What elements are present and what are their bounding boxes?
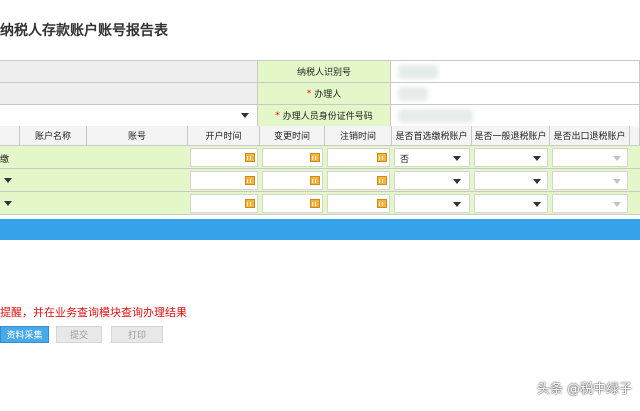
chevron-down-icon <box>453 156 461 161</box>
col-header-export-refund-account: 是否出口退税账户 <box>550 126 630 146</box>
calendar-icon[interactable] <box>245 153 255 162</box>
chevron-down-icon <box>453 179 461 184</box>
required-mark: * <box>306 88 312 99</box>
calendar-icon[interactable] <box>310 153 320 162</box>
handler-id-label-text: 办理人员身份证件号码 <box>282 112 373 122</box>
chevron-down-icon <box>533 156 541 161</box>
col-header-account-name: 账户名称 <box>20 126 87 146</box>
change-date-input[interactable] <box>262 171 323 190</box>
handler-label: * 办理人 <box>258 83 391 105</box>
handler-id-label: * 办理人员身份证件号码 <box>258 105 391 127</box>
redacted-taxpayer-id <box>398 65 438 79</box>
row-first-col-fragment: 缴 <box>0 155 10 165</box>
preferred-account-select[interactable]: 否 <box>394 148 470 167</box>
print-button[interactable]: 打印 <box>111 326 163 343</box>
close-date-input[interactable] <box>327 148 390 167</box>
calendar-icon[interactable] <box>377 153 387 162</box>
export-refund-account-select[interactable] <box>552 171 628 190</box>
open-date-input[interactable] <box>190 171 258 190</box>
close-date-input[interactable] <box>327 194 390 213</box>
chevron-down-icon <box>613 156 621 161</box>
refund-account-select[interactable] <box>474 171 548 190</box>
handler-select[interactable] <box>0 105 258 127</box>
chevron-down-icon <box>241 113 249 118</box>
calendar-icon[interactable] <box>377 199 387 208</box>
chevron-down-icon <box>533 179 541 184</box>
chevron-down-icon <box>533 202 541 207</box>
col-header-open-date: 开户时间 <box>188 126 260 146</box>
redacted-handler-id <box>398 109 473 123</box>
col-header-change-date: 变更时间 <box>260 126 325 146</box>
calendar-icon[interactable] <box>310 199 320 208</box>
info-row2-left <box>0 83 258 105</box>
preferred-account-select[interactable] <box>394 194 470 213</box>
info-row1-left <box>0 61 258 83</box>
collect-button[interactable]: 资料采集 <box>0 326 49 343</box>
chevron-down-icon <box>453 202 461 207</box>
taxpayer-id-label-text: 纳税人识别号 <box>296 68 351 78</box>
col-header-first <box>0 126 20 146</box>
preferred-account-select[interactable] <box>394 171 470 190</box>
redacted-handler <box>398 87 428 101</box>
export-refund-account-select[interactable] <box>552 194 628 213</box>
calendar-icon[interactable] <box>245 199 255 208</box>
page-title: 纳税人存款账户账号报告表 <box>0 23 168 39</box>
table-footer-bar <box>0 219 640 240</box>
info-section: 纳税人识别号 * 办理人 * 办理人员身份证件号码 <box>0 60 640 127</box>
account-table: 账户名称 账号 开户时间 变更时间 注销时间 是否首选缴税账户 是否一般退税账户… <box>0 126 640 218</box>
export-refund-account-select[interactable] <box>552 148 628 167</box>
calendar-icon[interactable] <box>245 176 255 185</box>
col-header-close-date: 注销时间 <box>325 126 392 146</box>
required-mark: * <box>275 110 280 121</box>
refund-account-select[interactable] <box>474 148 548 167</box>
col-header-preferred-account: 是否首选缴税账户 <box>392 126 472 146</box>
chevron-down-icon <box>613 202 621 207</box>
taxpayer-id-label: 纳税人识别号 <box>258 61 391 83</box>
calendar-icon[interactable] <box>310 176 320 185</box>
refund-account-select[interactable] <box>474 194 548 213</box>
submit-button[interactable]: 提交 <box>56 326 102 343</box>
change-date-input[interactable] <box>262 148 323 167</box>
handler-input[interactable] <box>391 83 640 105</box>
chevron-down-icon[interactable] <box>4 201 12 206</box>
notice-text: 提醒，并在业务查询模块查询办理结果 <box>0 306 187 319</box>
close-date-input[interactable] <box>327 171 390 190</box>
open-date-input[interactable] <box>190 194 258 213</box>
change-date-input[interactable] <box>262 194 323 213</box>
col-header-refund-account: 是否一般退税账户 <box>472 126 550 146</box>
watermark: 头条 @税中绿子 <box>536 382 632 397</box>
col-header-account-number: 账号 <box>87 126 188 146</box>
chevron-down-icon <box>613 179 621 184</box>
handler-label-text: 办理人 <box>314 90 342 100</box>
col-header-extra <box>630 126 640 146</box>
open-date-input[interactable] <box>190 148 258 167</box>
preferred-account-value: 否 <box>400 155 410 165</box>
chevron-down-icon[interactable] <box>4 178 12 183</box>
calendar-icon[interactable] <box>377 176 387 185</box>
